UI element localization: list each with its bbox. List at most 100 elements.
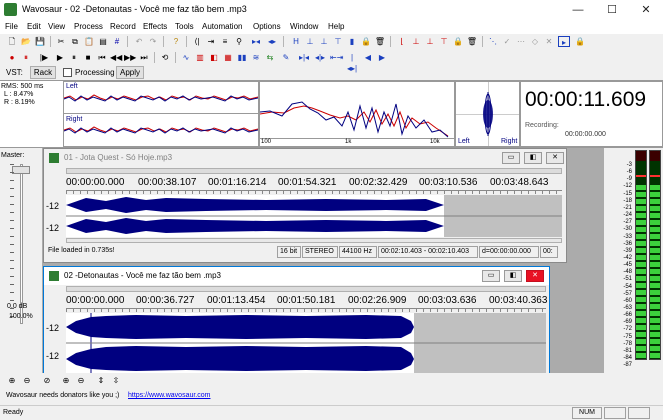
menu-window[interactable]: Window [290, 22, 318, 31]
maximize-button[interactable]: ☐ [595, 0, 629, 20]
website-link[interactable]: https://www.wavosaur.com [128, 392, 210, 399]
master-slider-track[interactable] [20, 164, 23, 324]
prev-icon[interactable]: ◀ [362, 52, 374, 63]
marker-b-icon[interactable]: ⊥ [304, 36, 316, 47]
zoom-in-sel-icon[interactable]: ▸|◂ [298, 52, 310, 63]
menu-view[interactable]: View [48, 22, 65, 31]
mix-paste-icon[interactable]: # [111, 36, 123, 47]
mdi-vscroll[interactable] [604, 148, 620, 373]
grid-icon[interactable]: ≡ [219, 36, 231, 47]
help-question-icon[interactable]: ? [170, 36, 182, 47]
go-start-icon[interactable]: ⏮ [96, 52, 108, 63]
zoom-out-icon[interactable]: ⊖ [21, 375, 33, 386]
win2-overview-scrollbar[interactable] [66, 286, 546, 292]
x-icon[interactable]: ✕ [543, 36, 555, 47]
cut-icon[interactable]: ✂ [55, 36, 67, 47]
menu-automation[interactable]: Automation [202, 22, 242, 31]
redo-icon[interactable]: ↷ [147, 36, 159, 47]
minimize-button[interactable]: — [561, 0, 595, 20]
stop-icon[interactable]: ■ [82, 52, 94, 63]
win1-close-button[interactable]: ✕ [546, 152, 564, 164]
close-button[interactable]: ✕ [629, 0, 663, 20]
menu-effects[interactable]: Effects [143, 22, 167, 31]
dash-icon[interactable]: ⋯ [515, 36, 527, 47]
rack-button[interactable]: Rack [30, 66, 56, 79]
audio-window-jota-quest[interactable]: 01 - Jota Quest - Só Hoje.mp3 ▭ ◧ ✕ 00:0… [43, 148, 567, 263]
back-track-icon[interactable]: ⇆ [264, 52, 276, 63]
zoom-reset-icon[interactable]: ⇳ [110, 375, 122, 386]
copy-icon[interactable]: ⧉ [69, 36, 81, 47]
open-folder-icon[interactable]: 📂 [20, 36, 32, 47]
sonogram-icon[interactable]: ◧ [208, 52, 220, 63]
paste-icon[interactable]: 📋 [83, 36, 95, 47]
trim-icon[interactable]: ▸◂ [250, 36, 262, 47]
zoom-full-icon[interactable]: ⇤⇥ [330, 52, 343, 63]
master-slider-thumb[interactable] [12, 166, 30, 174]
red-marker-a-icon[interactable]: ⌊ [396, 36, 408, 47]
marker-a-icon[interactable]: H [290, 36, 302, 47]
zoom-vertical-icon[interactable]: ⊘ [41, 375, 53, 386]
play-icon[interactable]: ▶ [54, 52, 66, 63]
zoom-out-sel-icon[interactable]: ◂|▸ [314, 52, 326, 63]
forward-icon[interactable]: ▶▶ [124, 52, 136, 63]
play-from-start-icon[interactable]: |▶ [38, 52, 50, 63]
rewind-icon[interactable]: ◀◀ [110, 52, 122, 63]
snap-icon[interactable]: ⇥ [205, 36, 217, 47]
win1-overview-scrollbar[interactable] [66, 168, 562, 174]
menu-file[interactable]: File [5, 22, 18, 31]
win2-close-button[interactable]: ✕ [526, 270, 544, 282]
save-icon[interactable]: 💾 [34, 36, 46, 47]
trash-icon[interactable]: 🗑 [374, 36, 386, 47]
menu-options[interactable]: Options [253, 22, 281, 31]
undo-icon[interactable]: ↶ [133, 36, 145, 47]
zoom-sel-icon[interactable]: |◂▸| [346, 52, 358, 73]
next-icon[interactable]: ▶ [376, 52, 388, 63]
processing-checkbox[interactable] [63, 68, 72, 77]
pause-icon[interactable]: ⏸ [68, 52, 80, 63]
win2-minimize-button[interactable]: ▭ [482, 270, 500, 282]
play-box-icon[interactable]: ▸ [558, 36, 570, 47]
waveform-view-icon[interactable]: ∿ [180, 52, 192, 63]
lock-env-icon[interactable]: 🔒 [574, 36, 586, 47]
menu-record[interactable]: Record [110, 22, 136, 31]
paste-new-icon[interactable]: ▤ [97, 36, 109, 47]
window2-titlebar[interactable]: 02 -Detonautas - Você me faz tão bem .mp… [44, 267, 549, 285]
win1-restore-button[interactable]: ◧ [524, 152, 542, 164]
envelope-icon[interactable]: ⋱ [487, 36, 499, 47]
marker-d-icon[interactable]: ⊤ [332, 36, 344, 47]
menu-process[interactable]: Process [74, 22, 103, 31]
red-marker-c-icon[interactable]: ⊥ [424, 36, 436, 47]
win1-hscrollbar[interactable] [66, 238, 562, 243]
menu-tools[interactable]: Tools [175, 22, 194, 31]
win1-minimize-button[interactable]: ▭ [502, 152, 520, 164]
win2-waveform[interactable] [66, 313, 546, 373]
audio-window-detonautas[interactable]: 02 -Detonautas - Você me faz tão bem .mp… [43, 266, 550, 373]
lock-icon[interactable]: 🔒 [360, 36, 372, 47]
diamond-icon[interactable]: ◇ [529, 36, 541, 47]
bars-icon[interactable]: ▮▮ [236, 52, 248, 63]
go-end-icon[interactable]: ⏭ [138, 52, 150, 63]
wave2-icon[interactable]: ≋ [250, 52, 262, 63]
zoom-in-h-icon[interactable]: ⊕ [60, 375, 72, 386]
zoom-in-icon[interactable]: ⊕ [6, 375, 18, 386]
marker-c-icon[interactable]: ⊥ [318, 36, 330, 47]
crop-icon[interactable]: ◂▸ [266, 36, 278, 47]
new-file-icon[interactable]: 🗋 [6, 36, 18, 47]
red-marker-b-icon[interactable]: ⊥ [410, 36, 422, 47]
menu-help[interactable]: Help [328, 22, 344, 31]
apply-button[interactable]: Apply [116, 66, 144, 79]
record-icon[interactable]: ● [6, 52, 18, 63]
spectrum-view-icon[interactable]: ▥ [194, 52, 206, 63]
marker-left-icon[interactable]: ⟨| [191, 36, 203, 47]
loop-icon[interactable]: ⟲ [159, 52, 171, 63]
zoom-out-h-icon[interactable]: ⊖ [75, 375, 87, 386]
red-marker-d-icon[interactable]: ⊤ [438, 36, 450, 47]
win1-waveform[interactable] [66, 195, 562, 237]
lock-red-icon[interactable]: 🔒 [452, 36, 464, 47]
link-icon[interactable]: ⚲ [233, 36, 245, 47]
record-pause-icon[interactable]: ⏸ [20, 52, 32, 63]
menu-edit[interactable]: Edit [27, 22, 41, 31]
win2-restore-button[interactable]: ◧ [504, 270, 522, 282]
zoom-fit-icon[interactable]: ⇕ [95, 375, 107, 386]
marker-e-icon[interactable]: ▮ [346, 36, 358, 47]
